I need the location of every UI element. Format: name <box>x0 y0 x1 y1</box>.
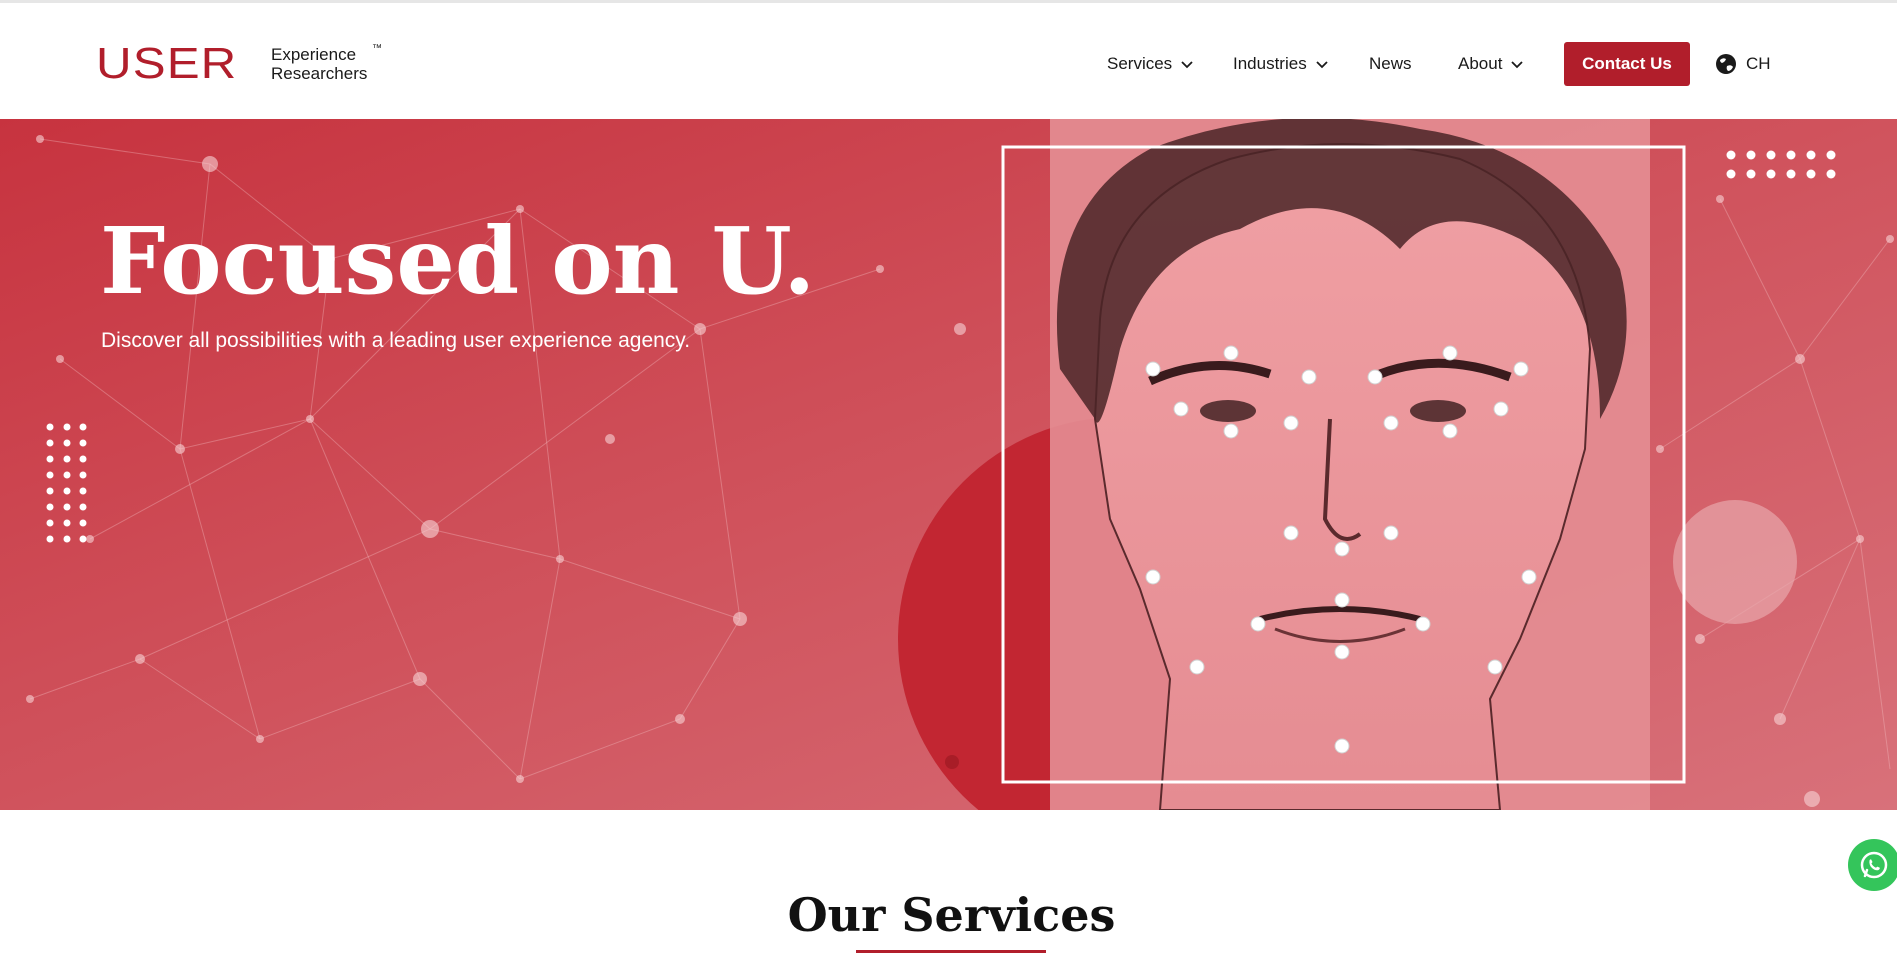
hero-title: Focused on U. <box>100 207 816 315</box>
logo-tagline: Experience Researchers <box>271 45 367 83</box>
nav-item-about[interactable]: About <box>1458 43 1524 85</box>
chevron-down-icon <box>1511 61 1524 69</box>
logo-line-2: Researchers <box>271 64 368 83</box>
logo-trademark: ™ <box>372 43 382 54</box>
face-illustration <box>1050 119 1650 810</box>
site-header: USER Experience Researchers ™ Services I… <box>0 3 1897 119</box>
deco-circle-small <box>1673 500 1797 624</box>
chevron-down-icon <box>1316 61 1328 69</box>
nav-label: News <box>1369 54 1412 73</box>
whatsapp-icon <box>1860 851 1888 879</box>
logo-line-1: Experience <box>271 45 357 64</box>
chevron-down-icon <box>1181 61 1193 69</box>
globe-icon <box>1716 54 1736 74</box>
nav-item-industries[interactable]: Industries <box>1233 43 1329 85</box>
whatsapp-button[interactable] <box>1848 839 1897 891</box>
site-logo[interactable]: USER Experience Researchers ™ <box>96 42 382 86</box>
deco-dot <box>945 755 959 769</box>
nav-item-services[interactable]: Services <box>1107 43 1194 85</box>
services-heading: Our Services <box>787 888 1116 942</box>
nav-label: Industries <box>1233 54 1307 73</box>
language-label: CH <box>1746 54 1771 73</box>
nav-label: About <box>1458 54 1503 73</box>
logo-wordmark: USER <box>96 39 238 88</box>
hero-subtitle: Discover all possibilities with a leadin… <box>101 329 691 352</box>
nav-item-news[interactable]: News <box>1369 43 1412 85</box>
nav-label: Services <box>1107 54 1173 73</box>
hero-banner: Focused on U. Discover all possibilities… <box>0 119 1897 810</box>
language-switcher[interactable]: CH <box>1714 43 1771 85</box>
contact-us-button[interactable]: Contact Us <box>1564 42 1690 86</box>
